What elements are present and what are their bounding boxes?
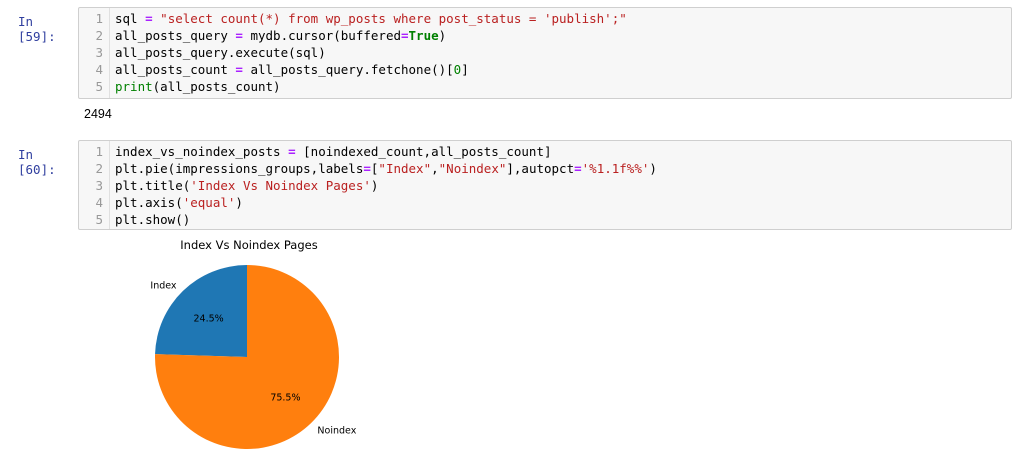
code-line[interactable]: 4 all_posts_count = all_posts_query.fetch… xyxy=(79,61,1011,78)
code-text: plt.title('Index Vs Noindex Pages') xyxy=(115,178,379,193)
code-text: print(all_posts_count) xyxy=(115,79,281,94)
pie-chart: Index Vs Noindex Pages 24.5% Index 75.5% No… xyxy=(150,238,357,449)
pie-percent-label: 75.5% xyxy=(270,393,300,404)
cell-prompt: In [60]: xyxy=(18,147,56,177)
line-number: 4 xyxy=(95,195,103,210)
chart-title: Index Vs Noindex Pages xyxy=(180,238,317,252)
line-number: 2 xyxy=(95,161,103,176)
pie-chart-output: Index Vs Noindex Pages 24.5% Index 75.5% No… xyxy=(84,232,404,464)
cell-output: 2494 xyxy=(84,107,112,121)
line-number: 4 xyxy=(95,62,103,77)
line-number: 2 xyxy=(95,28,103,43)
line-number: 1 xyxy=(95,11,103,26)
pie-slice-index xyxy=(155,265,247,357)
code-text: plt.pie(impressions_groups,labels=["Inde… xyxy=(115,161,657,176)
cell-prompt: In [59]: xyxy=(18,14,56,44)
code-line[interactable]: 4 plt.axis('equal') xyxy=(79,194,1011,211)
code-line[interactable]: 1 index_vs_noindex_posts = [noindexed_cou… xyxy=(79,143,1011,160)
code-line[interactable]: 3 all_posts_query.execute(sql) xyxy=(79,44,1011,61)
code-text: index_vs_noindex_posts = [noindexed_coun… xyxy=(115,144,552,159)
code-text: plt.axis('equal') xyxy=(115,195,243,210)
line-number: 5 xyxy=(95,212,103,227)
code-line[interactable]: 5 print(all_posts_count) xyxy=(79,78,1011,95)
code-line[interactable]: 2 all_posts_query = mydb.cursor(buffered=… xyxy=(79,27,1011,44)
line-number: 5 xyxy=(95,79,103,94)
code-line[interactable]: 1 sql = "select count(*) from wp_posts wh… xyxy=(79,10,1011,27)
pie-category-label: Noindex xyxy=(317,426,356,437)
code-editor[interactable]: 1 sql = "select count(*) from wp_posts wh… xyxy=(78,7,1012,99)
code-text: all_posts_count = all_posts_query.fetcho… xyxy=(115,62,469,77)
code-line[interactable]: 3 plt.title('Index Vs Noindex Pages') xyxy=(79,177,1011,194)
code-editor[interactable]: 1 index_vs_noindex_posts = [noindexed_cou… xyxy=(78,140,1012,230)
line-number: 3 xyxy=(95,178,103,193)
code-line[interactable]: 2 plt.pie(impressions_groups,labels=["Ind… xyxy=(79,160,1011,177)
line-number: 3 xyxy=(95,45,103,60)
code-line[interactable]: 5 plt.show() xyxy=(79,211,1011,228)
code-text: sql = "select count(*) from wp_posts whe… xyxy=(115,11,627,26)
pie-category-label: Index xyxy=(150,280,177,291)
code-text: plt.show() xyxy=(115,212,191,227)
pie-percent-label: 24.5% xyxy=(193,313,223,324)
code-text: all_posts_query = mydb.cursor(buffered=T… xyxy=(115,28,447,43)
line-number: 1 xyxy=(95,144,103,159)
code-text: all_posts_query.execute(sql) xyxy=(115,45,326,60)
